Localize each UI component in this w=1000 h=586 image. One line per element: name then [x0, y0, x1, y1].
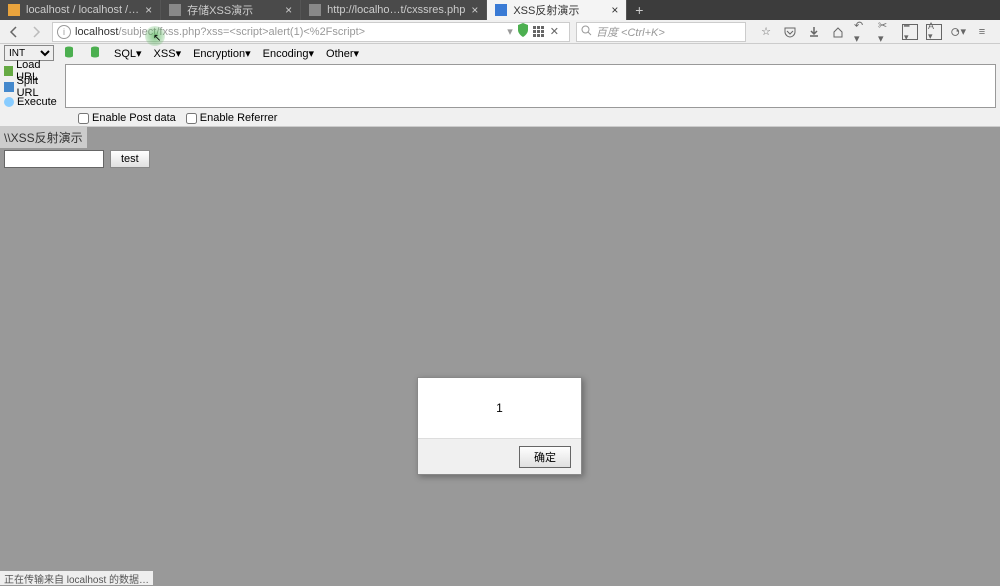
- bookmark-icon[interactable]: ☆: [758, 24, 774, 40]
- alert-message: 1: [418, 378, 581, 438]
- font-icon[interactable]: A ▾: [926, 24, 942, 40]
- tab-0[interactable]: localhost / localhost /… ×: [0, 0, 161, 20]
- clear-icon[interactable]: ✕: [550, 25, 559, 38]
- checkbox[interactable]: [186, 113, 197, 124]
- page-heading: \\XSS反射演示: [0, 127, 87, 148]
- back-button[interactable]: [4, 22, 24, 42]
- hackbar-menu-xss[interactable]: XSS▾: [150, 47, 186, 60]
- alert-ok-button[interactable]: 确定: [519, 446, 571, 468]
- search-placeholder: 百度 <Ctrl+K>: [596, 24, 665, 40]
- page-content: \\XSS反射演示 test 1 确定: [0, 127, 1000, 572]
- forward-button[interactable]: [26, 22, 46, 42]
- tab-label: localhost / localhost /…: [26, 4, 139, 16]
- hackbar-execute[interactable]: Execute: [4, 96, 61, 108]
- test-button[interactable]: test: [110, 150, 150, 168]
- close-icon[interactable]: ×: [611, 3, 618, 17]
- new-tab-button[interactable]: +: [627, 0, 651, 20]
- shield-icon[interactable]: [517, 23, 529, 40]
- page-icon: [8, 4, 20, 16]
- navigation-toolbar: i localhost/subject/fxss.php?xss=<script…: [0, 20, 1000, 44]
- hackbar-actions: Load URL Split URL Execute: [0, 62, 65, 110]
- hackbar-options: Enable Post data Enable Referrer: [0, 110, 1000, 126]
- alert-dialog: 1 确定: [417, 377, 582, 475]
- undo-icon[interactable]: ↶ ▾: [854, 24, 870, 40]
- hackbar-toolbar: INT SQL▾ XSS▾ Encryption▾ Encoding▾ Othe…: [0, 44, 1000, 127]
- pocket-icon[interactable]: [782, 24, 798, 40]
- page-form: test: [0, 148, 1000, 170]
- home-icon[interactable]: [830, 24, 846, 40]
- load-icon: [4, 66, 13, 76]
- tab-label: 存储XSS演示: [187, 2, 253, 18]
- checkbox-label: Enable Referrer: [200, 112, 278, 124]
- tab-label: http://localho…t/cxssres.php: [327, 4, 465, 16]
- checkbox-label: Enable Post data: [92, 112, 176, 124]
- sync-icon[interactable]: ▾: [950, 24, 966, 40]
- enable-referrer-checkbox[interactable]: Enable Referrer: [186, 112, 278, 124]
- action-label: Execute: [17, 96, 57, 108]
- hackbar-split-url[interactable]: Split URL: [4, 80, 61, 94]
- page-icon: [169, 4, 181, 16]
- close-icon[interactable]: ×: [471, 3, 478, 17]
- database-icon[interactable]: [64, 46, 74, 61]
- hackbar-url-textarea[interactable]: [65, 64, 996, 108]
- search-bar[interactable]: 百度 <Ctrl+K>: [576, 22, 746, 42]
- hackbar-menu-encoding[interactable]: Encoding▾: [259, 47, 318, 60]
- database-icon[interactable]: [90, 46, 100, 61]
- site-info-icon[interactable]: i: [57, 25, 71, 39]
- dropdown-icon[interactable]: ▾: [507, 25, 513, 38]
- hackbar-menu-encryption[interactable]: Encryption▾: [189, 47, 255, 60]
- address-bar[interactable]: i localhost/subject/fxss.php?xss=<script…: [52, 22, 570, 42]
- hackbar-menu-other[interactable]: Other▾: [322, 47, 363, 60]
- qr-icon[interactable]: [533, 26, 544, 37]
- close-icon[interactable]: ×: [285, 3, 292, 17]
- tab-1[interactable]: 存储XSS演示 ×: [161, 0, 301, 20]
- search-icon: [581, 25, 592, 39]
- enable-post-checkbox[interactable]: Enable Post data: [78, 112, 176, 124]
- page-icon: [495, 4, 507, 16]
- url-text: localhost/subject/fxss.php?xss=<script>a…: [75, 26, 507, 38]
- split-icon: [4, 82, 14, 92]
- page-icon: [309, 4, 321, 16]
- tab-3[interactable]: XSS反射演示 ×: [487, 0, 627, 20]
- checkbox[interactable]: [78, 113, 89, 124]
- tab-label: XSS反射演示: [513, 2, 579, 18]
- xss-input[interactable]: [4, 150, 104, 168]
- toolbar-icons: ☆ ↶ ▾ ✂ ▾ ━ ▾ A ▾ ▾ ≡: [752, 24, 996, 40]
- hackbar-menu-sql[interactable]: SQL▾: [110, 47, 146, 60]
- browser-tabs-bar: localhost / localhost /… × 存储XSS演示 × htt…: [0, 0, 1000, 20]
- downloads-icon[interactable]: [806, 24, 822, 40]
- tab-2[interactable]: http://localho…t/cxssres.php ×: [301, 0, 487, 20]
- cut-icon[interactable]: ✂ ▾: [878, 24, 894, 40]
- menu-icon[interactable]: ≡: [974, 24, 990, 40]
- hackbar-menu: INT SQL▾ XSS▾ Encryption▾ Encoding▾ Othe…: [0, 44, 1000, 62]
- status-bar: 正在传输来自 localhost 的数据…: [0, 571, 153, 585]
- zoom-icon[interactable]: ━ ▾: [902, 24, 918, 40]
- execute-icon: [4, 97, 14, 107]
- close-icon[interactable]: ×: [145, 3, 152, 17]
